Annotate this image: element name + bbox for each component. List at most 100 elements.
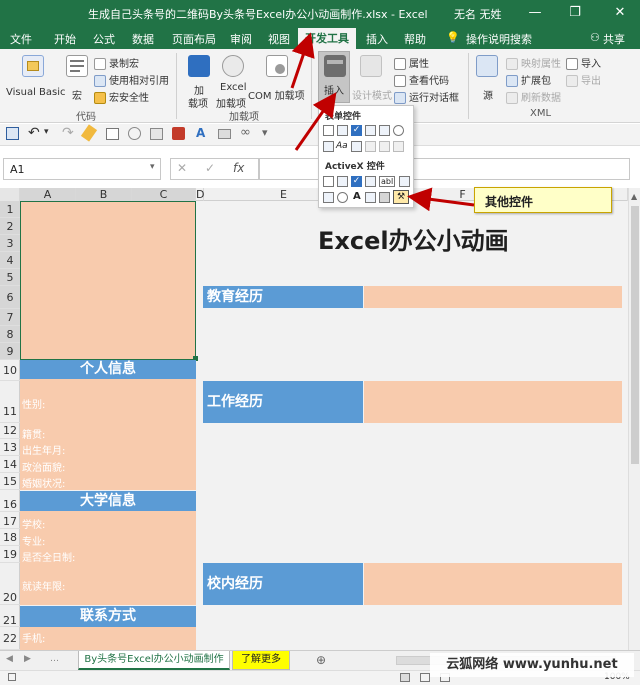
close-button[interactable]: ✕ [605, 0, 635, 27]
insert-controls-button[interactable]: 插入 ▾ [318, 51, 350, 103]
checkbox-icon[interactable]: ✓ [351, 125, 362, 136]
link-icon[interactable]: ∞ [240, 125, 251, 140]
map-properties-button[interactable]: 映射属性 [506, 55, 561, 70]
view-code-button[interactable]: 查看代码 [394, 72, 449, 87]
page-layout-view-icon[interactable] [420, 673, 430, 682]
tab-formulas[interactable]: 公式 [93, 31, 115, 47]
tab-insert[interactable]: 插入 [366, 31, 388, 47]
education-bar[interactable] [364, 286, 622, 308]
share-button[interactable]: 共享 [603, 31, 625, 47]
insert-function-icon[interactable]: fx [233, 161, 244, 175]
new-sheet-button[interactable]: ⊕ [316, 653, 326, 667]
list-box-icon[interactable] [379, 125, 390, 136]
excel-addins-button[interactable]: Excel 加载项 [216, 55, 248, 110]
design-mode-button[interactable]: 设计模式 [352, 55, 392, 107]
combo-box-icon[interactable] [337, 125, 348, 136]
scroll-bar-icon[interactable] [351, 141, 362, 152]
name-box[interactable]: A1 [3, 158, 161, 180]
more-controls-icon[interactable]: ⚒ [393, 190, 409, 204]
combo-list-icon[interactable] [379, 141, 390, 152]
row-header[interactable]: 3 [0, 235, 20, 252]
row-header[interactable]: 10 [0, 360, 20, 381]
row-header[interactable]: 14 [0, 456, 20, 473]
tab-home[interactable]: 开始 [54, 31, 76, 47]
contact-block[interactable]: 手机: [20, 627, 196, 650]
form-icon[interactable] [150, 128, 163, 140]
column-header-c[interactable]: C [132, 188, 196, 201]
text-field-icon[interactable] [365, 141, 376, 152]
addins-button[interactable]: 加 载项 [184, 55, 214, 110]
relative-reference-button[interactable]: 使用相对引用 [94, 72, 169, 87]
cancel-icon[interactable]: ✕ [177, 161, 187, 175]
row-header[interactable]: 13 [0, 439, 20, 456]
university-info-block[interactable]: 学校: 专业: 是否全日制: 就读年限: [20, 511, 196, 605]
customize-qat-icon[interactable]: ▾ [262, 126, 268, 139]
row-header[interactable]: 20 [0, 563, 20, 605]
tab-file[interactable]: 文件 [10, 31, 32, 47]
visual-basic-button[interactable]: Visual Basic [6, 55, 66, 107]
sheet-tab-learn-more[interactable]: 了解更多 [232, 651, 290, 670]
export-button[interactable]: 导出 [566, 72, 601, 87]
work-bar[interactable] [364, 381, 622, 423]
group-box-icon[interactable] [323, 141, 334, 152]
record-macro-button[interactable]: 录制宏 [94, 55, 139, 70]
user-name[interactable]: 无名 无姓 [454, 6, 502, 22]
tab-page-layout[interactable]: 页面布局 [172, 31, 216, 47]
command-button-icon[interactable] [323, 176, 334, 187]
column-header-b[interactable]: B [76, 188, 132, 201]
personal-info-block[interactable]: 性别: 籍贯: 出生年月: 政治面貌: 婚姻状况: [20, 379, 196, 490]
row-header[interactable]: 5 [0, 269, 20, 286]
activex-label-icon[interactable]: A [353, 191, 361, 202]
tab-scroll-left-icon[interactable]: ◀ [6, 654, 13, 664]
activex-scrollbar-icon[interactable] [399, 176, 410, 187]
row-header[interactable]: 11 [0, 381, 20, 423]
format-painter-icon[interactable] [80, 124, 98, 142]
sheet-tab-active[interactable]: By头条号Excel办公小动画制作 [78, 651, 230, 670]
redo-icon[interactable]: ↷ [62, 125, 74, 141]
row-header[interactable]: 21 [0, 605, 20, 627]
tab-more-icon[interactable]: … [50, 654, 59, 664]
control-icon[interactable] [218, 129, 231, 139]
refresh-data-button[interactable]: 刷新数据 [506, 89, 561, 104]
formula-input[interactable] [258, 158, 630, 180]
macro-record-icon[interactable] [8, 673, 16, 681]
tab-view[interactable]: 视图 [268, 31, 290, 47]
option-button-icon[interactable] [393, 125, 404, 136]
row-header[interactable]: 7 [0, 309, 20, 326]
run-dialog-button[interactable]: 运行对话框 [394, 89, 459, 104]
combo-dropdown-icon[interactable] [393, 141, 404, 152]
enter-icon[interactable]: ✓ [205, 161, 215, 175]
vertical-scrollbar[interactable]: ▲ [628, 188, 640, 650]
shape-icon[interactable] [172, 127, 185, 140]
worksheet-grid[interactable]: 个人信息 性别: 籍贯: 出生年月: 政治面貌: 婚姻状况: 大学信息 学校: … [20, 201, 628, 650]
activex-image-icon[interactable] [365, 192, 376, 203]
row-header[interactable]: 1 [0, 201, 20, 218]
activex-textbox-icon[interactable]: abl [379, 176, 396, 187]
tab-data[interactable]: 数据 [132, 31, 154, 47]
source-button[interactable]: 源 [476, 55, 500, 107]
activex-combo-icon[interactable] [337, 176, 348, 187]
minimize-button[interactable]: — [520, 0, 550, 27]
import-button[interactable]: 导入 [566, 55, 601, 70]
text-icon[interactable]: A [196, 126, 205, 140]
macros-button[interactable]: 宏 [66, 55, 88, 107]
circle-icon[interactable] [128, 127, 141, 140]
row-header[interactable]: 8 [0, 326, 20, 343]
tab-help[interactable]: 帮助 [404, 31, 426, 47]
column-header-a[interactable]: A [20, 188, 76, 201]
scrollbar-thumb[interactable] [631, 206, 639, 464]
macro-security-button[interactable]: 宏安全性 [94, 89, 149, 104]
select-all-corner[interactable] [0, 188, 20, 201]
row-header[interactable]: 19 [0, 546, 20, 563]
save-icon[interactable] [6, 127, 19, 140]
row-header[interactable]: 15 [0, 473, 20, 490]
activex-option-icon[interactable] [337, 192, 348, 203]
row-header[interactable]: 16 [0, 490, 20, 512]
name-box-dropdown-icon[interactable]: ▾ [150, 162, 155, 172]
spin-button-icon[interactable] [365, 125, 376, 136]
activex-listbox-icon[interactable] [365, 176, 376, 187]
table-icon[interactable] [106, 128, 119, 140]
tab-scroll-right-icon[interactable]: ▶ [24, 654, 31, 664]
row-header[interactable]: 12 [0, 423, 20, 439]
restore-button[interactable]: ❐ [560, 0, 590, 27]
